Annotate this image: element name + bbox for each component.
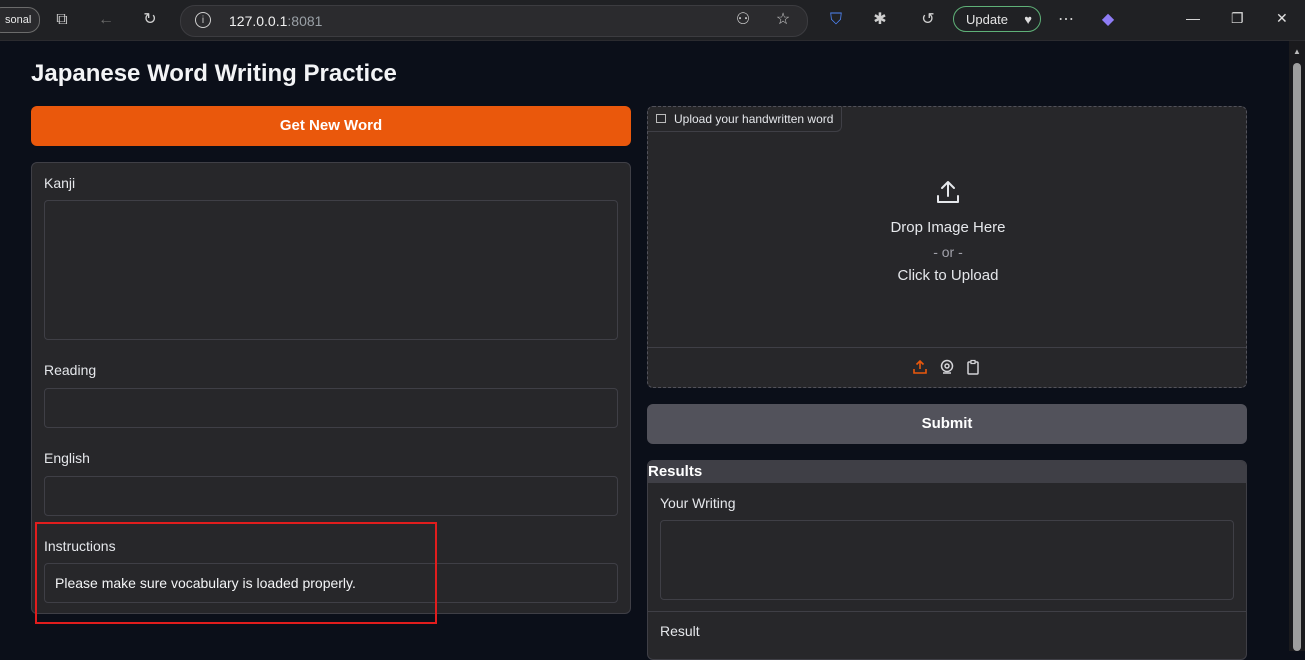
upload-arrow-icon: [937, 181, 959, 203]
page-scrollbar[interactable]: ▲: [1289, 41, 1305, 651]
site-info-icon[interactable]: i: [195, 12, 211, 28]
restore-icon[interactable]: ❐: [1231, 10, 1244, 27]
image-upload-dropzone[interactable]: Upload your handwritten word Drop Image …: [647, 106, 1247, 388]
back-icon[interactable]: ←: [96, 10, 116, 30]
red-highlight-box: [35, 522, 437, 624]
page-title: Japanese Word Writing Practice: [31, 60, 397, 87]
update-button[interactable]: Update ♥: [953, 6, 1041, 32]
english-label: English: [44, 450, 90, 466]
result-label: Result: [660, 623, 700, 639]
url-text: 127.0.0.1:8081: [229, 13, 323, 29]
reading-field[interactable]: [44, 388, 618, 428]
submit-button[interactable]: Submit: [647, 404, 1247, 444]
results-panel: Results Your Writing Result: [647, 460, 1247, 660]
history-icon[interactable]: ↺: [918, 10, 938, 30]
click-to-upload-text: Click to Upload: [897, 267, 999, 284]
browser-toolbar: sonal ⧉ ← ↻ i 127.0.0.1:8081 ⚇ ☆ ⛉ ✱ ↺ U…: [0, 0, 1305, 41]
favorite-star-icon[interactable]: ☆: [773, 10, 793, 30]
your-writing-field[interactable]: [660, 520, 1234, 600]
workspaces-icon[interactable]: ⧉: [52, 10, 72, 30]
address-bar[interactable]: i 127.0.0.1:8081 ⚇ ☆: [180, 5, 808, 37]
drop-image-text: Drop Image Here: [890, 219, 1006, 236]
close-window-icon[interactable]: ✕: [1276, 10, 1288, 27]
results-divider: [648, 611, 1246, 612]
extensions-icon[interactable]: ✱: [870, 10, 890, 30]
scrollbar-thumb[interactable]: [1293, 63, 1301, 651]
results-header: Results: [648, 461, 1246, 483]
image-icon: [656, 114, 666, 123]
update-heart-icon: ♥: [1024, 12, 1032, 27]
bitwarden-icon[interactable]: ⛉: [826, 10, 846, 30]
your-writing-label: Your Writing: [660, 495, 736, 511]
get-new-word-button[interactable]: Get New Word: [31, 106, 631, 146]
more-menu-icon[interactable]: ⋯: [1056, 10, 1076, 30]
scroll-up-arrow-icon[interactable]: ▲: [1293, 47, 1301, 56]
english-field[interactable]: [44, 476, 618, 516]
kanji-label: Kanji: [44, 175, 76, 191]
profile-sync-icon[interactable]: ⚇: [733, 10, 753, 30]
kanji-field[interactable]: [44, 200, 618, 340]
profile-button[interactable]: sonal: [0, 7, 41, 33]
minimize-icon[interactable]: —: [1186, 10, 1200, 26]
reading-label: Reading: [44, 362, 97, 378]
source-selector: [648, 347, 1246, 388]
refresh-icon[interactable]: ↻: [140, 10, 160, 30]
webcam-icon[interactable]: [939, 359, 955, 375]
upload-icon[interactable]: [912, 359, 928, 375]
or-text: - or -: [933, 244, 963, 260]
copilot-icon[interactable]: ◆: [1098, 10, 1118, 30]
upload-label-tag: Upload your handwritten word: [648, 107, 843, 132]
clipboard-icon[interactable]: [965, 359, 981, 375]
